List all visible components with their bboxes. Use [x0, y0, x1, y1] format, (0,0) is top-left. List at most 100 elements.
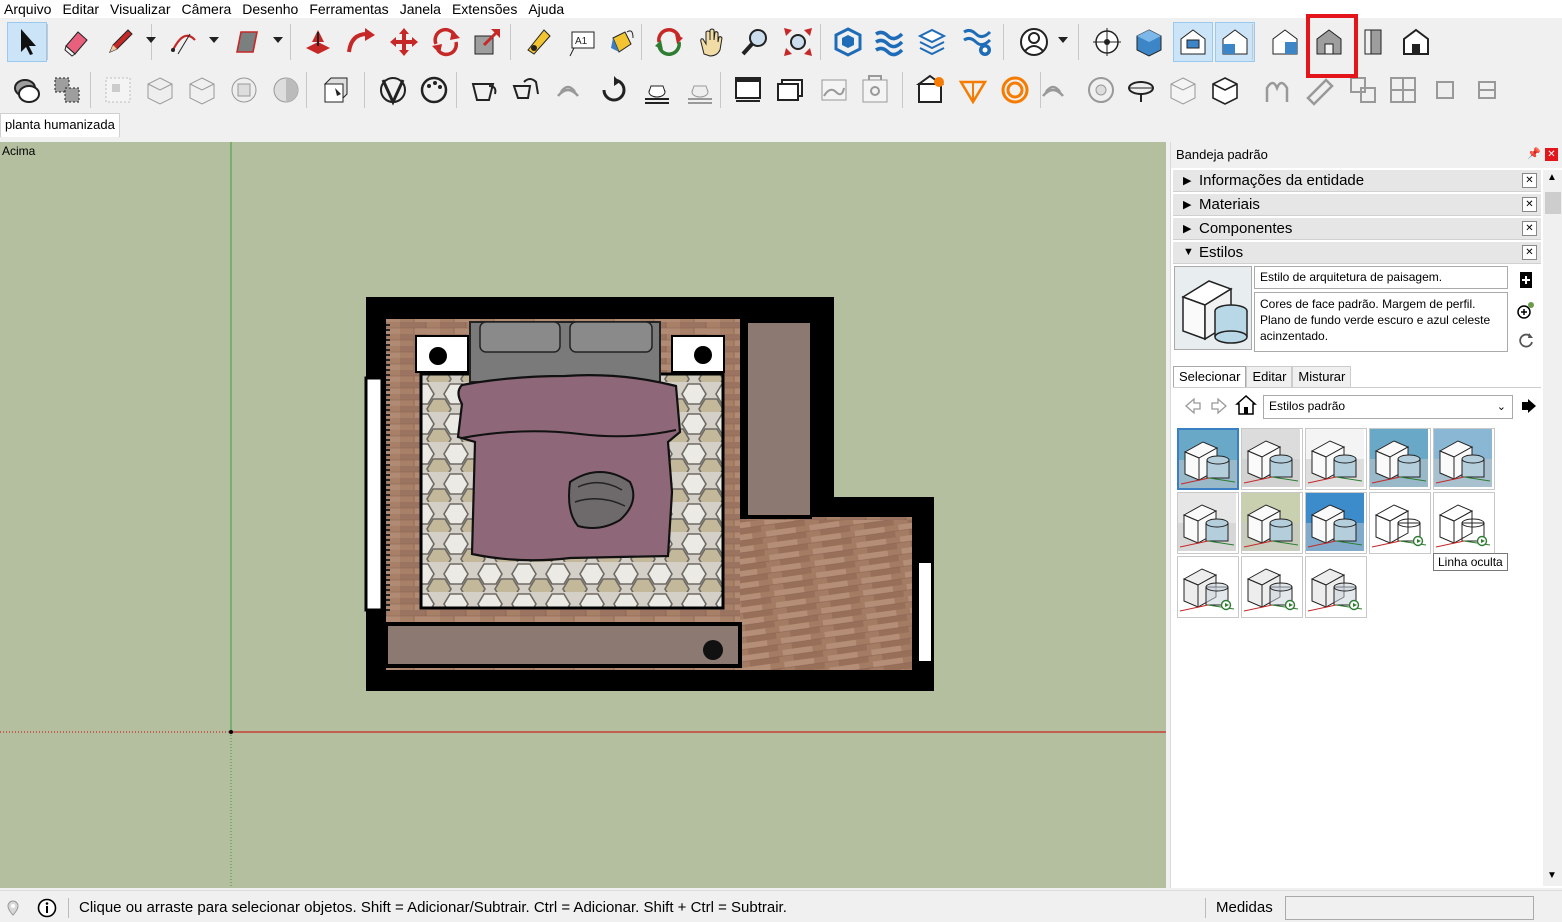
home-icon[interactable] [1235, 394, 1257, 419]
menu-desenho[interactable]: Desenho [238, 0, 305, 18]
menu-câmera[interactable]: Câmera [177, 0, 238, 18]
bottom-view-button[interactable] [1396, 22, 1436, 62]
pencil-button[interactable] [100, 22, 140, 62]
scroll-thumb[interactable] [1545, 192, 1561, 214]
top-view-button[interactable] [1173, 22, 1213, 62]
monochrome-button[interactable] [373, 70, 413, 110]
panel-materiais[interactable]: ▶ Materiais ✕ [1173, 194, 1541, 216]
measurements-input[interactable] [1285, 896, 1534, 920]
menu-arquivo[interactable]: Arquivo [0, 0, 58, 18]
menu-visualizar[interactable]: Visualizar [106, 0, 177, 18]
style-thumbnail[interactable] [1177, 556, 1239, 618]
drape-button[interactable] [1205, 70, 1245, 110]
style-thumbnail[interactable] [1241, 428, 1303, 490]
sandbox-button[interactable] [506, 70, 546, 110]
style-collection-select[interactable]: Estilos padrão ⌄ [1263, 395, 1513, 419]
panel-componentes[interactable]: ▶ Componentes ✕ [1173, 218, 1541, 240]
arc-button[interactable] [164, 22, 204, 62]
menu-extensões[interactable]: Extensões [448, 0, 524, 18]
stamp-button[interactable] [1163, 70, 1203, 110]
display-section-planes-button[interactable] [463, 70, 503, 110]
sandbox-from-scratch-button[interactable] [1081, 70, 1121, 110]
flip-edge-button[interactable] [1300, 70, 1340, 110]
forward-arrow-icon[interactable] [1209, 396, 1229, 419]
sandbox-from-contours-button[interactable] [1033, 70, 1073, 110]
style-name-field[interactable]: Estilo de arquitetura de paisagem. [1254, 266, 1508, 289]
intersect-button[interactable] [47, 70, 87, 110]
tray-scrollbar[interactable]: ▲ ▼ [1543, 170, 1562, 886]
tools-button[interactable] [548, 70, 588, 110]
account-button[interactable] [1014, 22, 1054, 62]
solid-tools-button[interactable] [995, 70, 1035, 110]
tab-editar[interactable]: Editar [1246, 366, 1293, 388]
close-icon[interactable]: ✕ [1522, 197, 1537, 212]
position-camera-button[interactable] [1087, 22, 1127, 62]
menu-ferramentas[interactable]: Ferramentas [305, 0, 395, 18]
hidden-line-button[interactable] [224, 70, 264, 110]
right-view-button[interactable] [1265, 22, 1305, 62]
dropdown-arrow-icon[interactable] [273, 37, 283, 43]
style-thumbnail[interactable] [1177, 492, 1239, 554]
zoom-extents-button[interactable] [778, 22, 818, 62]
panel-estilos[interactable]: ▼ Estilos ✕ [1173, 242, 1541, 264]
layerstack-button[interactable] [912, 22, 952, 62]
solid-subtract-button[interactable] [1383, 70, 1423, 110]
solid-union-button[interactable] [1343, 70, 1383, 110]
zoom-button[interactable] [735, 22, 775, 62]
style-thumbnail[interactable] [1305, 492, 1367, 554]
materials-button[interactable] [594, 70, 634, 110]
dropdown-arrow-icon[interactable] [209, 37, 219, 43]
style-thumbnail[interactable] [1433, 428, 1495, 490]
style-thumbnail[interactable] [1369, 428, 1431, 490]
floor-plan[interactable] [364, 297, 934, 691]
back-view-button[interactable] [1309, 22, 1349, 62]
create-style-icon[interactable] [1516, 270, 1536, 290]
scroll-up-icon[interactable]: ▲ [1547, 172, 1557, 183]
extension-manager-button[interactable] [957, 22, 997, 62]
info-icon[interactable] [37, 898, 57, 921]
style-thumbnail[interactable] [1241, 556, 1303, 618]
menu-editar[interactable]: Editar [58, 0, 106, 18]
toggle-terrain-button[interactable] [953, 70, 993, 110]
tab-misturar[interactable]: Misturar [1292, 366, 1352, 388]
style-thumbnail[interactable] [1305, 556, 1367, 618]
back-arrow-icon[interactable] [1183, 396, 1203, 419]
close-icon[interactable]: ✕ [1522, 221, 1537, 236]
extension-warehouse-button[interactable] [869, 22, 909, 62]
style-description-field[interactable]: Cores de face padrão. Margem de perfil. … [1254, 292, 1508, 352]
add-location-button[interactable] [911, 70, 951, 110]
scroll-down-icon[interactable]: ▼ [1547, 870, 1557, 881]
style-thumbnail[interactable] [1241, 492, 1303, 554]
section-plane-button[interactable] [414, 70, 454, 110]
match-photo-button[interactable] [814, 70, 854, 110]
close-icon[interactable]: ✕ [1522, 245, 1537, 260]
menu-ajuda[interactable]: Ajuda [524, 0, 571, 18]
menu-janela[interactable]: Janela [396, 0, 448, 18]
dropdown-arrow-icon[interactable] [1058, 37, 1068, 43]
rectangle-button[interactable] [227, 22, 267, 62]
text-button[interactable]: A1 [562, 22, 602, 62]
move-button[interactable] [384, 22, 424, 62]
floor-plan-canvas[interactable] [0, 142, 1166, 888]
wireframe-button[interactable] [182, 70, 222, 110]
rotate-button[interactable] [426, 22, 466, 62]
iso-view-button[interactable] [1129, 22, 1169, 62]
xray-button[interactable] [98, 70, 138, 110]
warehouse-button[interactable] [828, 22, 868, 62]
pin-icon[interactable]: 📌 [1527, 147, 1541, 160]
solid-trim-button[interactable] [1425, 70, 1465, 110]
smoove-button[interactable] [1121, 70, 1161, 110]
add-detail-button[interactable] [1257, 70, 1297, 110]
geolocation-icon[interactable] [6, 900, 20, 919]
edit-matched-photo-button[interactable] [855, 70, 895, 110]
tab-selecionar[interactable]: Selecionar [1173, 366, 1247, 388]
shadows-button[interactable] [728, 70, 768, 110]
shaded-textures-button[interactable] [315, 70, 355, 110]
refresh-icon[interactable] [1516, 330, 1536, 350]
follow-me-button[interactable] [341, 22, 381, 62]
scale-button[interactable] [467, 22, 507, 62]
shaded-button[interactable] [266, 70, 306, 110]
back-edges-button[interactable] [140, 70, 180, 110]
tray-close-button[interactable]: ✕ [1545, 148, 1558, 161]
details-arrow-icon[interactable] [1519, 396, 1539, 419]
